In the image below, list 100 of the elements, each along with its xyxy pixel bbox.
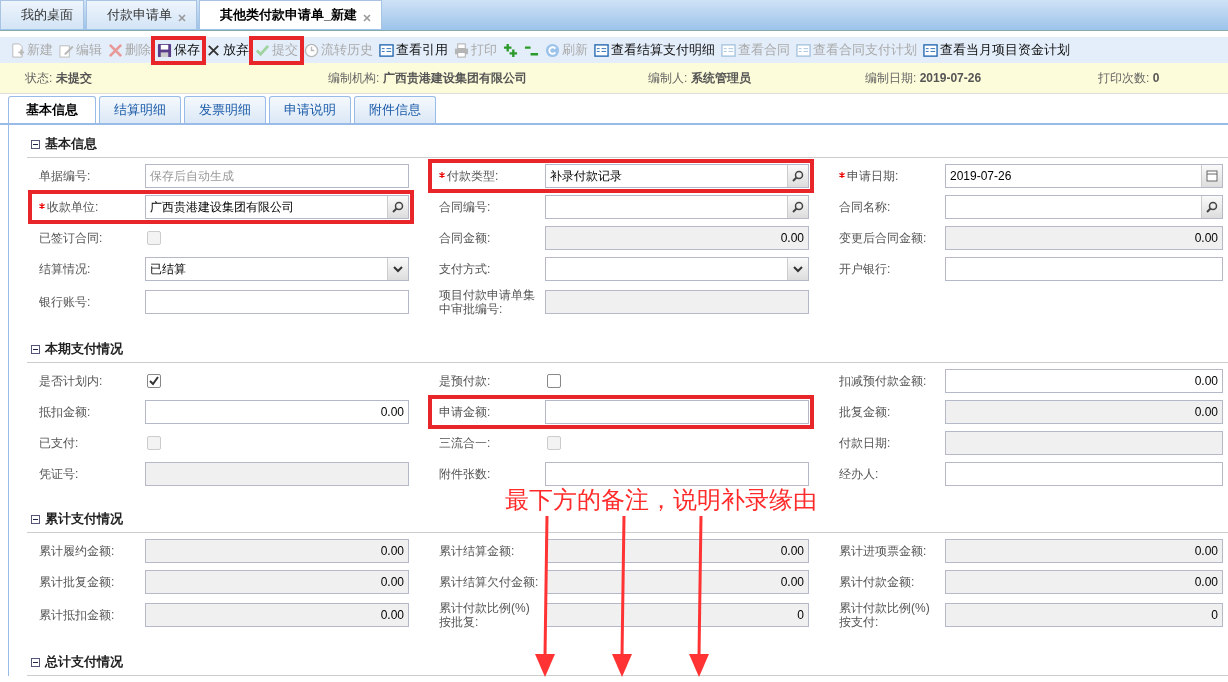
- collapse-icon[interactable]: [31, 514, 40, 524]
- toolbar-button[interactable]: 查看当月项目资金计划: [921, 39, 1072, 61]
- card-icon: [379, 42, 394, 58]
- field-label: 申请金额:: [439, 405, 492, 419]
- field-label: 抵扣金额:: [39, 405, 92, 419]
- toolbar-button[interactable]: 放弃: [204, 39, 251, 61]
- collapse-icon[interactable]: [31, 344, 40, 354]
- section-title: 总计支付情况: [45, 653, 123, 671]
- refresh-icon: [545, 42, 560, 58]
- tab[interactable]: 发票明细: [184, 96, 266, 123]
- field-label: 凭证号:: [39, 467, 80, 481]
- annotation-text: 最下方的备注，说明补录缘由: [505, 486, 817, 514]
- input-field[interactable]: 0.00: [945, 570, 1223, 594]
- dropdown-icon[interactable]: [792, 263, 804, 275]
- tab[interactable]: 申请说明: [269, 96, 351, 123]
- pencil-icon: [59, 42, 74, 58]
- field-label: 付款类型:: [447, 169, 500, 183]
- collapse-icon[interactable]: [31, 139, 40, 149]
- calendar-icon[interactable]: [1206, 170, 1218, 182]
- input-field[interactable]: 补录付款记录: [545, 164, 809, 188]
- toolbar-button[interactable]: 查看引用: [377, 39, 450, 61]
- close-icon: [206, 42, 221, 58]
- status-value: 未提交: [55, 70, 92, 85]
- dropdown-icon[interactable]: [392, 263, 404, 275]
- field-label: 累计付款比例(%)按支付:: [839, 601, 931, 629]
- field-label: 单据编号:: [39, 169, 92, 183]
- field-label: 合同名称:: [839, 200, 892, 214]
- field-label: 付款日期:: [839, 436, 892, 450]
- field-label: 累计付款比例(%)按批复:: [439, 601, 531, 629]
- field-label: 经办人:: [839, 467, 880, 481]
- close-icon[interactable]: [178, 14, 186, 22]
- input-field[interactable]: 0: [945, 603, 1223, 627]
- tab[interactable]: 付款申请单: [86, 0, 197, 29]
- field-label: 累计履约金额:: [39, 544, 116, 558]
- input-field[interactable]: 保存后自动生成: [145, 164, 409, 188]
- input-field[interactable]: 0.00: [145, 603, 409, 627]
- collapse-icon[interactable]: [31, 657, 40, 667]
- tab[interactable]: 结算明细: [99, 96, 181, 123]
- input-field[interactable]: 0.00: [545, 226, 809, 250]
- input-field[interactable]: 0.00: [945, 539, 1223, 563]
- status-label: 打印次数:: [1098, 70, 1150, 85]
- card-icon: [923, 42, 938, 58]
- input-field[interactable]: [145, 290, 409, 314]
- input-field[interactable]: [945, 195, 1223, 219]
- input-field[interactable]: 0.00: [945, 226, 1223, 250]
- checkmark-icon: [255, 42, 270, 58]
- dropdown-field[interactable]: [545, 257, 809, 281]
- date-field[interactable]: 2019-07-26: [945, 164, 1223, 188]
- close-icon[interactable]: [363, 14, 372, 22]
- input-field[interactable]: [145, 462, 409, 486]
- tab[interactable]: 其他类付款申请单_新建: [199, 0, 383, 29]
- field-label: 累计进项票金额:: [839, 544, 928, 558]
- field-label: 已签订合同:: [39, 231, 104, 245]
- field-label: 支付方式:: [439, 262, 492, 276]
- tab[interactable]: 附件信息: [354, 96, 436, 123]
- input-field[interactable]: 0.00: [945, 369, 1223, 393]
- toolbar-button[interactable]: 查看结算支付明细: [592, 39, 717, 61]
- input-field[interactable]: [545, 290, 809, 314]
- field-label: 是否计划内:: [39, 374, 104, 388]
- section-title: 基本信息: [45, 135, 97, 153]
- input-field[interactable]: 广西贵港建设集团有限公司: [145, 195, 409, 219]
- status-label: 编制日期:: [865, 70, 917, 85]
- status-value: 广西贵港建设集团有限公司: [382, 70, 527, 85]
- status-value: 2019-07-26: [919, 70, 982, 85]
- input-field[interactable]: [945, 462, 1223, 486]
- input-field[interactable]: [545, 462, 809, 486]
- field-label: 是预付款:: [439, 374, 492, 388]
- field-label: 合同金额:: [439, 231, 492, 245]
- checkbox[interactable]: [547, 374, 561, 388]
- checkbox[interactable]: [147, 374, 161, 388]
- input-field[interactable]: 0: [545, 603, 809, 627]
- search-icon[interactable]: [792, 201, 804, 213]
- input-field[interactable]: 0.00: [945, 400, 1223, 424]
- input-field[interactable]: 0.00: [545, 570, 809, 594]
- input-field[interactable]: [945, 431, 1223, 455]
- field-label: 合同编号:: [439, 200, 492, 214]
- field-label: 三流合一:: [439, 436, 492, 450]
- field-label: 结算情况:: [39, 262, 92, 276]
- input-field[interactable]: [945, 257, 1223, 281]
- status-label: 编制机构:: [328, 70, 380, 85]
- search-icon[interactable]: [1206, 201, 1218, 213]
- search-icon[interactable]: [792, 170, 804, 182]
- search-icon[interactable]: [392, 201, 404, 213]
- input-field[interactable]: 0.00: [145, 570, 409, 594]
- plus-icon: [503, 42, 518, 58]
- input-field[interactable]: [545, 195, 809, 219]
- input-field[interactable]: 0.00: [545, 539, 809, 563]
- status-value: 0: [1152, 70, 1160, 85]
- field-label: 批复金额:: [839, 405, 892, 419]
- tab[interactable]: 基本信息: [8, 96, 96, 123]
- tab[interactable]: 我的桌面: [0, 0, 84, 29]
- field-label: 附件张数:: [439, 467, 492, 481]
- section-title: 累计支付情况: [45, 510, 123, 528]
- input-field[interactable]: 0.00: [145, 539, 409, 563]
- dropdown-field[interactable]: 已结算: [145, 257, 409, 281]
- input-field[interactable]: 0.00: [145, 400, 409, 424]
- input-field[interactable]: [545, 400, 809, 424]
- toolbar-button[interactable]: 保存: [155, 39, 202, 61]
- field-label: 开户银行:: [839, 262, 892, 276]
- status-label: 状态:: [25, 70, 53, 85]
